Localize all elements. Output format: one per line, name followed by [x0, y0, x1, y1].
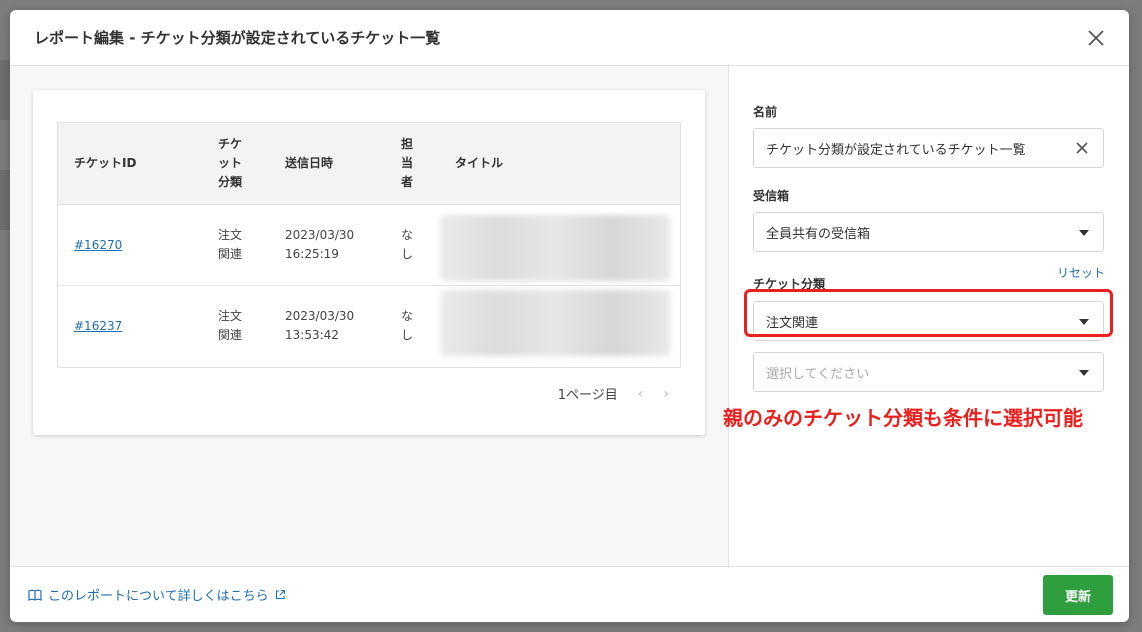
caret-down-icon — [1079, 230, 1089, 236]
assignee-cell: な し — [401, 228, 414, 261]
header-title: タイトル — [455, 156, 504, 170]
blurred-title — [441, 215, 670, 281]
subcategory-select[interactable]: 選択してください — [753, 352, 1104, 392]
ticket-link[interactable]: #16237 — [74, 319, 122, 333]
ticket-link[interactable]: #16270 — [74, 238, 122, 252]
ticket-table: チケットID チケ ット 分類 送信日時 担 当 者 タイトル #16270 注… — [57, 122, 681, 368]
header-ticket-id: チケットID — [74, 156, 137, 170]
subcategory-placeholder: 選択してください — [766, 366, 870, 382]
category-cell: 注文 関連 — [218, 228, 243, 261]
header-assignee: 担 当 者 — [401, 137, 414, 189]
header-sent-at: 送信日時 — [285, 156, 334, 170]
table-row[interactable]: #16237 注文 関連 2023/03/30 13:53:42 な し — [58, 286, 680, 367]
settings-pane: 名前 チケット分類が設定されているチケット一覧 受信箱 全員共有の受信箱 チケッ… — [723, 66, 1129, 566]
name-value: チケット分類が設定されているチケット一覧 — [766, 142, 1026, 158]
modal-body: チケットID チケ ット 分類 送信日時 担 当 者 タイトル #16270 注… — [10, 66, 1129, 566]
category-cell: 注文 関連 — [218, 309, 243, 342]
modal-header: レポート編集 - チケット分類が設定されているチケット一覧 — [10, 10, 1129, 66]
blurred-title — [441, 290, 670, 356]
assignee-cell: な し — [401, 309, 414, 342]
reset-link[interactable]: リセット — [1057, 264, 1105, 281]
annotation-text: 親のみのチケット分類も条件に選択可能 — [723, 406, 1083, 430]
ticket-id-cell: #16237 — [74, 317, 122, 336]
external-link-icon — [275, 589, 285, 600]
sent-at-cell: 2023/03/30 16:25:19 — [285, 228, 355, 261]
inbox-label: 受信箱 — [753, 189, 790, 203]
ticket-id-cell: #16270 — [74, 236, 122, 255]
help-link[interactable]: このレポートについて詳しくはこちら — [28, 585, 286, 604]
close-icon[interactable] — [1085, 27, 1107, 49]
inbox-value: 全員共有の受信箱 — [766, 226, 871, 242]
header-category: チケ ット 分類 — [218, 137, 243, 189]
book-icon — [28, 589, 42, 601]
table-header: チケットID チケ ット 分類 送信日時 担 当 者 タイトル — [58, 123, 680, 205]
name-label: 名前 — [753, 105, 778, 119]
chevron-left-icon[interactable]: ‹ — [638, 386, 644, 402]
chevron-right-icon[interactable]: › — [663, 386, 669, 402]
update-button[interactable]: 更新 — [1043, 575, 1113, 615]
table-row[interactable]: #16270 注文 関連 2023/03/30 16:25:19 な し — [58, 205, 680, 286]
report-edit-modal: レポート編集 - チケット分類が設定されているチケット一覧 チケットID チケ … — [10, 10, 1129, 622]
page-label: 1ページ目 — [557, 388, 618, 403]
modal-footer: このレポートについて詳しくはこちら 更新 — [10, 566, 1129, 622]
highlight-box — [744, 289, 1113, 337]
modal-title: レポート編集 - チケット分類が設定されているチケット一覧 — [34, 29, 441, 47]
caret-down-icon — [1079, 370, 1089, 376]
clear-icon[interactable] — [1075, 141, 1089, 155]
sent-at-cell: 2023/03/30 13:53:42 — [285, 309, 355, 342]
pagination: 1ページ目 ‹ › — [557, 384, 669, 404]
preview-card: チケットID チケ ット 分類 送信日時 担 当 者 タイトル #16270 注… — [33, 90, 705, 435]
help-link-label: このレポートについて詳しくはこちら — [48, 589, 269, 604]
inbox-select[interactable]: 全員共有の受信箱 — [753, 212, 1104, 252]
name-field[interactable]: チケット分類が設定されているチケット一覧 — [753, 128, 1104, 168]
preview-pane: チケットID チケ ット 分類 送信日時 担 当 者 タイトル #16270 注… — [10, 66, 729, 566]
